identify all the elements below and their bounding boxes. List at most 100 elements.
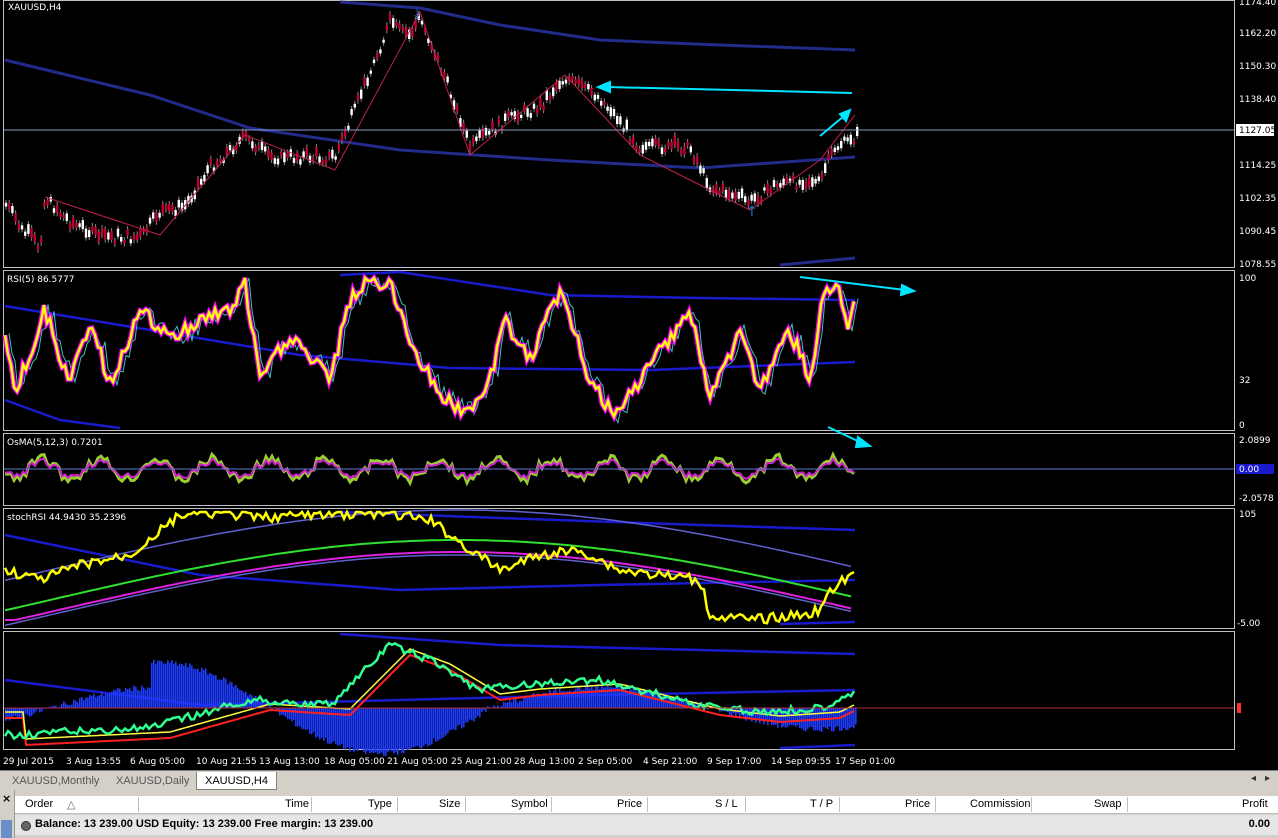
time-axis-label: 9 Sep 17:00 xyxy=(707,757,762,767)
custom-histogram-bar xyxy=(177,665,179,708)
custom-histogram-bar xyxy=(99,695,101,708)
candle-body xyxy=(366,77,369,86)
custom-histogram-bar xyxy=(367,708,369,751)
candle-body xyxy=(660,147,664,155)
time-axis-label: 17 Sep 01:00 xyxy=(835,757,895,767)
chart-area[interactable]: ⤓ ↑ XAUUSD,H4 RSI(5) 86.5777 OsMA(5,12,3)… xyxy=(0,0,1278,770)
custom-histogram-bar xyxy=(213,675,215,708)
col-price-current[interactable]: Price xyxy=(905,798,930,810)
custom-histogram-bar xyxy=(375,708,377,753)
custom-histogram-bar xyxy=(667,698,669,708)
custom-histogram-bar xyxy=(837,708,839,727)
col-sl[interactable]: S / L xyxy=(715,798,738,810)
col-symbol[interactable]: Symbol xyxy=(511,798,548,810)
candle-body xyxy=(692,157,696,163)
stochrsi-pane[interactable] xyxy=(3,508,1235,629)
col-profit[interactable]: Profit xyxy=(1242,798,1268,810)
candle-body xyxy=(315,146,318,157)
rsi-divergence-arrow xyxy=(799,276,906,291)
candle-body xyxy=(561,81,564,85)
custom-histogram-bar xyxy=(425,708,427,744)
custom-histogram-bar xyxy=(165,663,167,708)
custom-histogram-bar xyxy=(355,708,357,751)
custom-histogram-bar xyxy=(127,689,129,708)
candle-body xyxy=(161,203,164,214)
candle-body xyxy=(827,153,830,161)
osma-axis-bottom: -2.0578 xyxy=(1239,494,1274,504)
col-price[interactable]: Price xyxy=(617,798,642,810)
custom-histogram-bar xyxy=(191,665,193,708)
tab-h4[interactable]: XAUUSD,H4 xyxy=(196,772,277,790)
balance-icon xyxy=(21,821,31,831)
custom-histogram-bar xyxy=(521,700,523,708)
candle-body xyxy=(756,195,760,204)
candle-body xyxy=(100,227,104,236)
custom-histogram-bar xyxy=(89,695,91,708)
col-time[interactable]: Time xyxy=(285,798,309,810)
candle-body xyxy=(65,213,68,221)
col-size[interactable]: Size xyxy=(439,798,460,810)
candle-body xyxy=(641,144,644,154)
custom-histogram-bar xyxy=(579,687,581,708)
tabs-scroll-left-icon[interactable]: ◂ xyxy=(1251,773,1256,784)
tab-daily[interactable]: XAUUSD,Daily xyxy=(108,772,197,790)
chart-svg[interactable]: ⤓ ↑ XAUUSD,H4 RSI(5) 86.5777 OsMA(5,12,3)… xyxy=(0,0,1278,770)
custom-histogram-bar xyxy=(395,708,397,753)
custom-histogram-bar xyxy=(35,708,37,712)
candle-body xyxy=(107,232,110,240)
custom-histogram-bar xyxy=(403,708,405,754)
candle-body xyxy=(763,187,766,191)
candle-body xyxy=(635,145,638,150)
candle-body xyxy=(689,146,692,153)
time-axis-label: 2 Sep 05:00 xyxy=(578,757,633,767)
custom-histogram-bar xyxy=(527,697,529,708)
custom-histogram-bar xyxy=(625,686,627,708)
custom-histogram-bar xyxy=(767,708,769,726)
custom-histogram-bar xyxy=(421,708,423,749)
custom-histogram-bar xyxy=(515,698,517,708)
custom-histogram-bar xyxy=(287,708,289,720)
custom-histogram-bar xyxy=(597,684,599,708)
col-swap[interactable]: Swap xyxy=(1094,798,1122,810)
custom-histogram-bar xyxy=(117,688,119,708)
stoch-band-high xyxy=(339,510,856,532)
custom-histogram-bar xyxy=(595,686,597,708)
custom-histogram-bar xyxy=(369,708,371,754)
custom-histogram-bar xyxy=(397,708,399,756)
candle-body xyxy=(673,135,676,146)
custom-histogram-bar xyxy=(129,688,131,708)
candle-body xyxy=(33,234,36,242)
candle-body xyxy=(520,114,523,118)
candle-body xyxy=(734,191,737,201)
custom-histogram-bar xyxy=(419,708,421,749)
arrow-head-left xyxy=(595,80,611,94)
candle-body xyxy=(664,147,667,153)
rsi-title: RSI(5) 86.5777 xyxy=(7,275,74,285)
custom-histogram-bar xyxy=(285,708,287,717)
price-axis-label: 1102.35 xyxy=(1239,194,1276,204)
tabs-scroll-right-icon[interactable]: ▸ xyxy=(1265,773,1270,784)
candle-body xyxy=(379,49,382,54)
col-order[interactable]: Order xyxy=(25,798,53,810)
custom-histogram-bar xyxy=(121,691,123,708)
stoch-green-ma xyxy=(4,539,852,612)
col-type[interactable]: Type xyxy=(368,798,392,810)
col-tp[interactable]: T / P xyxy=(810,798,833,810)
candle-body xyxy=(257,145,260,149)
custom-histogram-bar xyxy=(141,685,143,708)
col-commission[interactable]: Commission xyxy=(970,798,1031,810)
candle-body xyxy=(817,176,820,182)
balance-row[interactable]: Balance: 13 239.00 USD Equity: 13 239.00… xyxy=(15,815,1278,835)
candle-body xyxy=(283,152,286,163)
candle-body xyxy=(616,115,619,125)
price-axis-label: 1150.30 xyxy=(1239,62,1276,72)
custom-histogram-bar xyxy=(571,691,573,708)
tab-monthly[interactable]: XAUUSD,Monthly xyxy=(4,772,107,790)
candle-body xyxy=(504,113,507,121)
candle-body xyxy=(468,143,472,151)
time-axis-label: 14 Sep 09:55 xyxy=(771,757,831,767)
candle-body xyxy=(651,138,654,147)
custom-histogram-bar xyxy=(279,708,281,716)
candle-body xyxy=(724,189,728,199)
close-icon[interactable]: × xyxy=(2,792,11,805)
